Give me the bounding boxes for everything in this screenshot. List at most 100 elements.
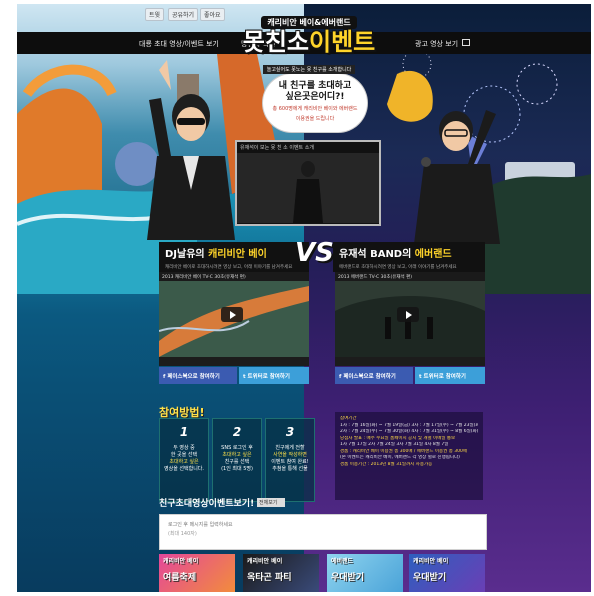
step-number: 3 xyxy=(285,425,295,439)
video-icon xyxy=(462,39,470,46)
right-video-controls[interactable] xyxy=(335,357,485,366)
banner-summer-festival[interactable]: 캐리비안 베이 여름축제 xyxy=(159,554,235,592)
banner-octagon-party[interactable]: 캐리비안 베이 옥타곤 파티 xyxy=(243,554,319,592)
comment-limit-hint: (최대 140자) xyxy=(168,531,197,537)
main-video-player[interactable]: 유재석이 보는 못 친 소 이벤트 소개 xyxy=(235,140,381,226)
logo-title-b: 이벤트 xyxy=(309,28,376,56)
step-number: 2 xyxy=(232,425,242,439)
raised-arm-right xyxy=(468,110,496,164)
speech-bubble: 내 친구를 초대하고 싶은곳은어디?! 총 600명에게 캐리비안 베이와 에버… xyxy=(263,74,367,132)
step1-line3: 초대하고 싶은 xyxy=(169,459,199,465)
step3-line1: 친구에게 전할 xyxy=(275,445,305,451)
step3-line3: 이벤트 참여 완료! xyxy=(271,459,309,465)
left-title-prefix: DJ날유의 xyxy=(165,249,209,260)
step3-line4: 추첨을 통해 선물 xyxy=(272,466,308,472)
left-video-player[interactable]: 2013 캐리비안 베이 TV-C 30초(유재석 편) xyxy=(159,272,309,366)
notice-line: 2차 : 7월 24일(수) ~ 7월 30일(화) 4차 : 7월 31일(수… xyxy=(340,429,478,434)
event-page: 트윗 공유하기 좋아요 대룡 초대 영상/이벤트 보기 당첨자 확인 광고 영상… xyxy=(17,4,591,592)
raised-arm xyxy=(149,98,171,156)
logo-title: 못친소이벤트 xyxy=(229,29,389,56)
left-title-accent: 캐리비안 베이 xyxy=(208,249,267,260)
right-video-screen[interactable] xyxy=(335,281,485,357)
event-notice: 참여기간 1차 : 7월 16일(화) ~ 7월 19일(금) 3차 : 7월 … xyxy=(335,412,483,500)
nav-link-invite-video[interactable]: 대룡 초대 영상/이벤트 보기 xyxy=(139,39,219,49)
step1-line4: 영상을 선택합니다. xyxy=(164,466,204,472)
step-number: 1 xyxy=(179,425,189,439)
bubble-sub1: 총 600명에게 캐리비안 베이와 에버랜드 xyxy=(272,106,358,112)
right-section-title: 유재석 BAND의 에버랜드 xyxy=(339,245,479,260)
event-logo: 캐리비안 베이&에버랜드 못친소이벤트 놀고싶어도 못노는 못 친구를 소개합니… xyxy=(229,10,389,74)
left-video-controls[interactable] xyxy=(159,357,309,366)
left-host-figure xyxy=(147,60,235,240)
band-member-1 xyxy=(385,317,391,339)
left-share-row: f 페이스북으로 참여하기 t 트위터로 참여하기 xyxy=(159,367,309,384)
share-button[interactable]: 공유하기 xyxy=(168,8,199,21)
banner-caribbean-discount[interactable]: 캐리비안 베이 우대받기 xyxy=(409,554,485,592)
step-text: 두 영상 중 한 곳을 선택 초대하고 싶은 영상을 선택합니다. xyxy=(160,445,208,473)
presenter-head xyxy=(301,161,315,177)
step2-line1: SNS 로그인 후 xyxy=(221,445,253,451)
main-video-title: 유재석이 보는 못 친 소 이벤트 소개 xyxy=(240,145,314,151)
microphone xyxy=(421,157,431,167)
right-video-player[interactable]: 2013 에버랜드 TV-C 30초(유재석 편) xyxy=(335,272,485,366)
comment-placeholder: 로그인 후 메시지를 입력하세요 xyxy=(168,522,233,528)
right-title-accent: 에버랜드 xyxy=(414,249,452,260)
logo-tagline: 놀고싶어도 못노는 못 친구를 소개합니다 xyxy=(262,65,356,74)
step2-line2: 초대하고 싶은 xyxy=(222,452,252,458)
step-text: 친구에게 전할 사연을 작성하면 이벤트 참여 완료! 추첨을 통해 선물 xyxy=(266,445,314,473)
banner-top-text: 캐리비안 베이 xyxy=(247,558,283,565)
main-video-frame xyxy=(237,153,379,223)
left-section-title: DJ날유의 캐리비안 베이 xyxy=(165,245,303,260)
right-facebook-label: 페이스북으로 참여하기 xyxy=(343,374,396,380)
howto-step-3: 3 친구에게 전할 사연을 작성하면 이벤트 참여 완료! 추첨을 통해 선물 xyxy=(265,418,315,502)
howto-step-2: 2 SNS 로그인 후 초대하고 싶은 친구를 선택 (1인 최대 5명) xyxy=(212,418,262,502)
logo-title-a: 못친소 xyxy=(242,28,309,56)
pointing-hand xyxy=(159,60,171,90)
left-section-desc: 캐리비안 베이로 초대하시려면 영상 보고, 아래 이야기를 남겨주세요 xyxy=(165,265,293,270)
vs-label: VS xyxy=(295,238,334,268)
banner-big-text: 우대받기 xyxy=(413,573,447,583)
step-text: SNS 로그인 후 초대하고 싶은 친구를 선택 (1인 최대 5명) xyxy=(213,445,261,473)
right-host-figure xyxy=(414,110,500,244)
left-twitter-label: 트위터로 참여하기 xyxy=(247,374,290,380)
step1-line2: 한 곳을 선택 xyxy=(170,452,198,458)
banner-big-text: 옥타곤 파티 xyxy=(247,573,292,583)
right-video-play-button[interactable] xyxy=(397,307,419,322)
left-facebook-button[interactable]: f 페이스북으로 참여하기 xyxy=(159,367,237,384)
step2-line4: (1인 최대 5명) xyxy=(221,466,253,472)
comments-title: 친구초대영상이벤트보기! xyxy=(159,499,255,509)
notice-line: (본 이벤트는 캐리비안 베이, 에버랜드 각 영상 별로 진행됩니다) xyxy=(340,455,460,460)
left-video-play-button[interactable] xyxy=(221,307,243,322)
right-section-desc: 에버랜드로 초대하시려면 영상 보고, 아래 이야기를 남겨주세요 xyxy=(339,265,457,270)
right-share-row: f 페이스북으로 참여하기 t 트위터로 참여하기 xyxy=(335,367,485,384)
right-facebook-button[interactable]: f 페이스북으로 참여하기 xyxy=(335,367,413,384)
tweet-button[interactable]: 트윗 xyxy=(145,8,165,21)
like-button[interactable]: 좋아요 xyxy=(200,8,225,21)
banner-top-text: 캐리비안 베이 xyxy=(163,558,199,565)
comment-input[interactable]: 로그인 후 메시지를 입력하세요 (최대 140자) xyxy=(159,514,487,550)
left-video-screen[interactable] xyxy=(159,281,309,357)
water-slide-shape xyxy=(17,88,102,204)
howto-step-1: 1 두 영상 중 한 곳을 선택 초대하고 싶은 영상을 선택합니다. xyxy=(159,418,209,502)
step3-line2: 사연을 작성하면 xyxy=(273,452,307,458)
suit-body-right xyxy=(414,164,500,244)
bubble-line1: 내 친구를 초대하고 xyxy=(278,81,352,91)
firework-1 xyxy=(516,63,558,105)
banner-top-text: 캐리비안 베이 xyxy=(413,558,449,565)
bubble-sub2: 이용권을 드립니다 xyxy=(295,116,335,122)
right-video-title: 2013 에버랜드 TV-C 30초(유재석 편) xyxy=(335,272,485,281)
step1-line1: 두 영상 중 xyxy=(173,445,195,451)
right-twitter-button[interactable]: t 트위터로 참여하기 xyxy=(415,367,485,384)
left-section-header: DJ날유의 캐리비안 베이 캐리비안 베이로 초대하시려면 영상 보고, 아래 … xyxy=(159,242,309,272)
banner-everland-discount[interactable]: 에버랜드 우대받기 xyxy=(327,554,403,592)
nav-link-ad-video[interactable]: 광고 영상 보기 xyxy=(415,39,458,49)
left-video-title: 2013 캐리비안 베이 TV-C 30초(유재석 편) xyxy=(159,272,309,281)
comments-filter-select[interactable]: 전체보기 xyxy=(257,498,285,507)
left-facebook-label: 페이스북으로 참여하기 xyxy=(167,374,220,380)
bubble-line2: 싶은곳은어디?! xyxy=(285,92,345,102)
banner-big-text: 우대받기 xyxy=(331,573,365,583)
notice-line: 경품 이용기간 : 2013년 8월 31일까지 사용가능 xyxy=(340,461,433,467)
band-member-3 xyxy=(427,317,433,339)
left-twitter-button[interactable]: t 트위터로 참여하기 xyxy=(239,367,309,384)
right-title-prefix: 유재석 BAND의 xyxy=(339,249,415,260)
